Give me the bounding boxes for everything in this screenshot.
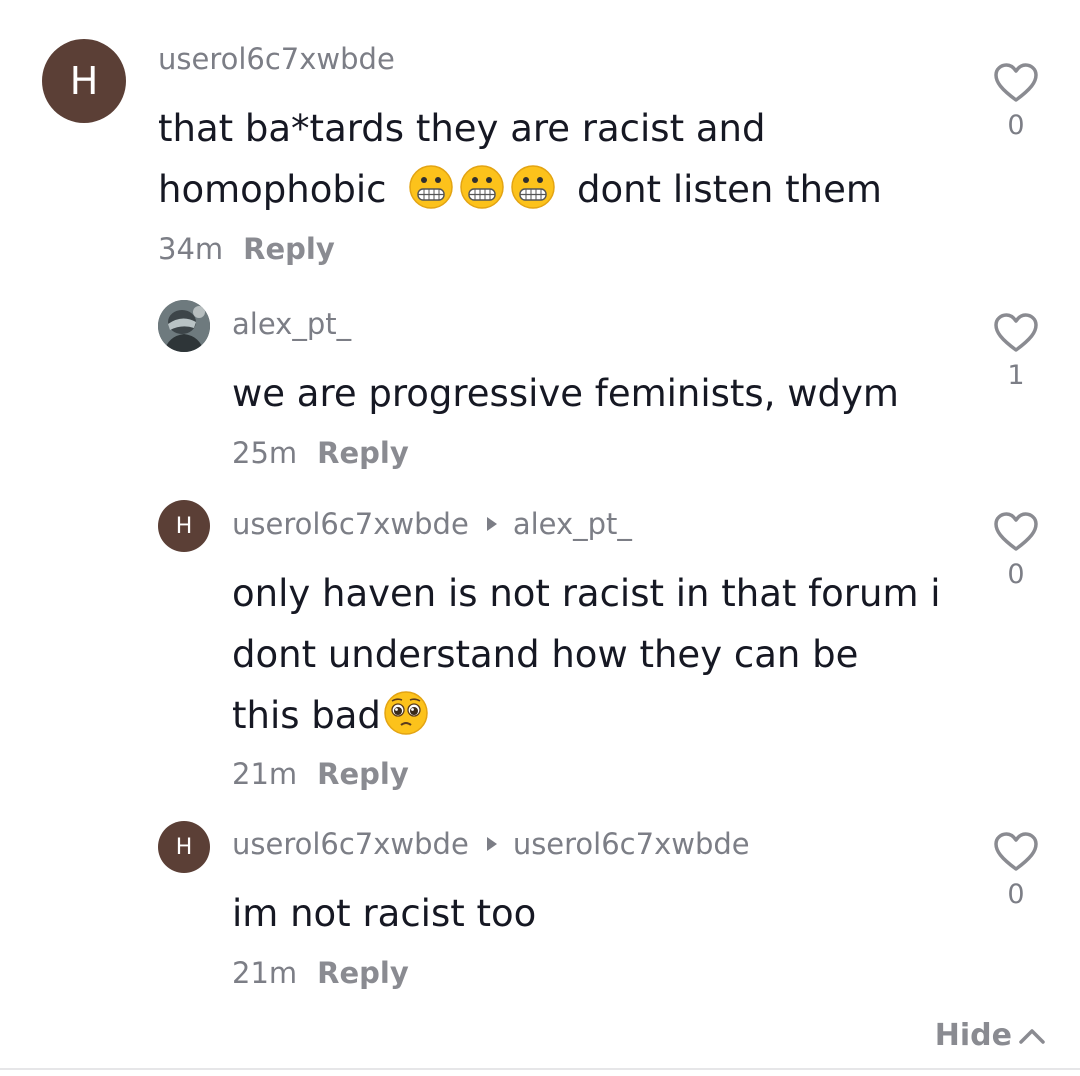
- comment-meta: 21m Reply: [232, 956, 409, 990]
- reply-to-username[interactable]: userol6c7xwbde: [513, 827, 750, 861]
- comment-text: only haven is not racist in that forum i…: [232, 563, 941, 746]
- comment-text-line: that ba*tards they are racist and: [158, 107, 766, 150]
- like-button[interactable]: 0: [986, 62, 1046, 141]
- avatar-letter: H: [69, 59, 99, 103]
- comment-meta: 21m Reply: [232, 757, 409, 791]
- avatar[interactable]: H: [42, 39, 126, 123]
- comment-text: im not racist too: [232, 883, 536, 944]
- like-button[interactable]: 0: [986, 511, 1046, 590]
- heart-icon: [994, 832, 1038, 871]
- comment-text-line: this bad: [232, 685, 941, 746]
- pleading-face-icon: [384, 691, 428, 735]
- heart-icon: [994, 512, 1038, 551]
- comment-username[interactable]: userol6c7xwbde: [158, 42, 395, 76]
- comment-meta: 25m Reply: [232, 436, 409, 470]
- divider: [0, 1068, 1080, 1070]
- like-count: 0: [1007, 559, 1025, 590]
- avatar[interactable]: H: [158, 821, 210, 873]
- comment-username[interactable]: alex_pt_: [232, 307, 351, 341]
- avatar-letter: H: [175, 513, 193, 539]
- comment-meta: 34m Reply: [158, 232, 335, 266]
- like-count: 0: [1007, 879, 1025, 910]
- comment-username[interactable]: userol6c7xwbde alex_pt_: [232, 507, 632, 541]
- comment-text-line: only haven is not racist in that forum i: [232, 572, 941, 615]
- comment-time: 34m: [158, 232, 224, 266]
- comment-text-line: we are progressive feminists, wdym: [232, 372, 899, 415]
- reply-button[interactable]: Reply: [317, 436, 409, 470]
- avatar-photo-icon: [158, 300, 210, 352]
- hide-label: Hide: [934, 1018, 1012, 1053]
- reply-to-username[interactable]: alex_pt_: [513, 507, 632, 541]
- reply-arrow-icon: [486, 517, 497, 531]
- avatar-letter: H: [175, 834, 193, 860]
- like-button[interactable]: 1: [986, 312, 1046, 391]
- comment-time: 21m: [232, 956, 298, 990]
- grimacing-face-icon: [409, 165, 453, 209]
- like-count: 0: [1007, 110, 1025, 141]
- comment-text-line: im not racist too: [232, 892, 537, 935]
- like-count: 1: [1007, 360, 1025, 391]
- heart-icon: [994, 313, 1038, 352]
- chevron-up-icon: [1019, 1028, 1045, 1044]
- grimacing-face-icon: [460, 165, 504, 209]
- comment-username[interactable]: userol6c7xwbde userol6c7xwbde: [232, 827, 750, 861]
- comment-time: 25m: [232, 436, 298, 470]
- comment-text: we are progressive feminists, wdym: [232, 363, 899, 424]
- avatar[interactable]: [158, 300, 210, 352]
- comment-time: 21m: [232, 757, 298, 791]
- grimacing-face-icon: [511, 165, 555, 209]
- comment-text: that ba*tards they are racist and homoph…: [158, 98, 882, 220]
- reply-button[interactable]: Reply: [317, 757, 409, 791]
- reply-button[interactable]: Reply: [317, 956, 409, 990]
- reply-button[interactable]: Reply: [243, 232, 335, 266]
- like-button[interactable]: 0: [986, 831, 1046, 910]
- heart-icon: [994, 63, 1038, 102]
- comment-text-line: homophobic dont listen them: [158, 159, 882, 220]
- hide-replies-button[interactable]: Hide: [935, 1018, 1046, 1053]
- comment-text-line: dont understand how they can be: [232, 633, 859, 676]
- avatar[interactable]: H: [158, 500, 210, 552]
- reply-arrow-icon: [486, 837, 497, 851]
